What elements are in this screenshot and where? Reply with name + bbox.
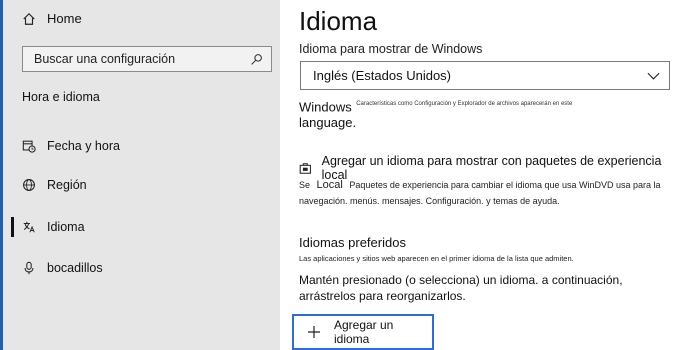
home-link[interactable]: Home bbox=[22, 11, 82, 26]
windows-note-prefix: Windows bbox=[299, 99, 352, 115]
search-input[interactable]: Buscar una configuración bbox=[22, 46, 272, 72]
search-placeholder: Buscar una configuración bbox=[34, 52, 176, 66]
selected-indicator bbox=[11, 217, 14, 237]
home-label: Home bbox=[47, 11, 82, 26]
sidebar-item-fecha-y-hora[interactable]: Fecha y hora bbox=[22, 139, 120, 153]
chevron-down-icon bbox=[647, 72, 660, 80]
display-language-dropdown[interactable]: Inglés (Estados Unidos) bbox=[300, 61, 670, 90]
section-title: Hora e idioma bbox=[22, 90, 100, 104]
sidebar-item-region[interactable]: Región bbox=[22, 178, 87, 192]
sidebar-item-bocadillos[interactable]: bocadillos bbox=[22, 261, 103, 275]
sidebar-item-label: Fecha y hora bbox=[47, 139, 120, 153]
home-icon bbox=[23, 12, 35, 25]
sidebar-item-label: bocadillos bbox=[47, 261, 103, 275]
local-desc-text: Paquetes de experiencia para cambiar el … bbox=[299, 180, 661, 206]
windows-note: Windows Características como Configuraci… bbox=[299, 96, 669, 131]
display-language-value: Inglés (Estados Unidos) bbox=[313, 68, 452, 83]
sidebar-item-idioma[interactable]: Idioma bbox=[22, 220, 85, 234]
local-desc-local: Local bbox=[316, 179, 343, 191]
calendar-clock-icon bbox=[22, 140, 36, 153]
add-language-label: Agregar un idioma bbox=[333, 318, 394, 346]
local-experience-description: Se Local Paquetes de experiencia para ca… bbox=[299, 177, 674, 209]
preferred-languages-heading: Idiomas preferidos bbox=[299, 235, 406, 250]
microphone-icon bbox=[24, 261, 34, 275]
windows-note-suffix: language. bbox=[299, 115, 357, 131]
window-accent-strip bbox=[0, 0, 3, 350]
plus-icon bbox=[300, 318, 328, 346]
windows-note-small: Características como Configuración y Exp… bbox=[356, 101, 573, 107]
language-pack-icon bbox=[299, 162, 311, 174]
preferred-languages-description: Las aplicaciones y sitios web aparecen e… bbox=[299, 254, 574, 263]
main-panel: Idioma Idioma para mostrar de Windows In… bbox=[280, 0, 680, 350]
search-icon bbox=[251, 53, 262, 65]
sidebar-item-label: Idioma bbox=[47, 220, 85, 234]
sidebar: Home Buscar una configuración Hora e idi… bbox=[0, 0, 280, 350]
display-language-label: Idioma para mostrar de Windows bbox=[299, 42, 483, 56]
add-language-button[interactable]: Agregar un idioma bbox=[292, 314, 434, 350]
local-desc-prefix: Se bbox=[299, 180, 311, 190]
reorder-instructions: Mantén presionado (o selecciona) un idio… bbox=[299, 273, 623, 303]
language-icon bbox=[23, 221, 35, 233]
page-title: Idioma bbox=[299, 6, 378, 36]
sidebar-item-label: Región bbox=[47, 178, 87, 192]
globe-icon bbox=[23, 179, 35, 191]
